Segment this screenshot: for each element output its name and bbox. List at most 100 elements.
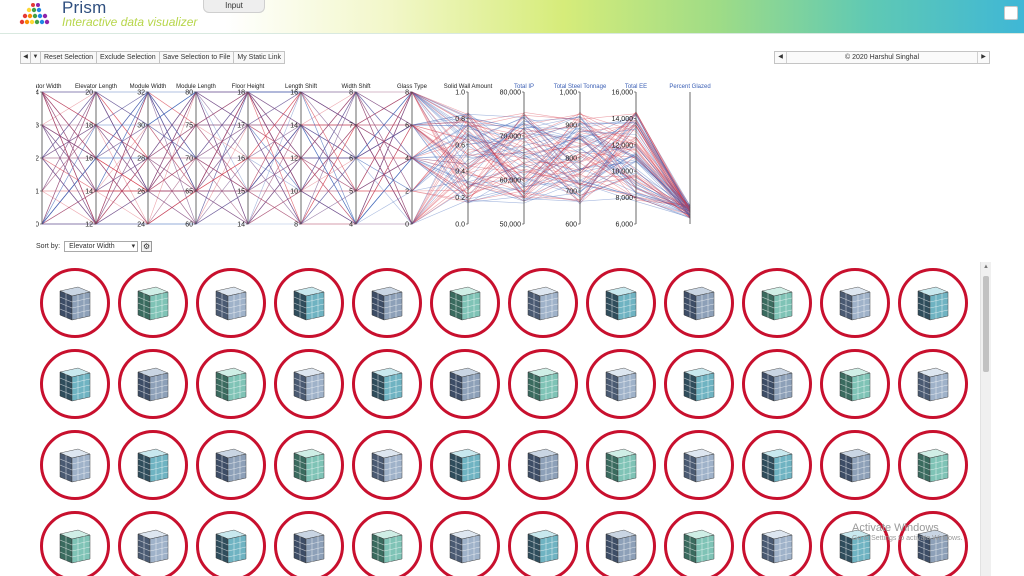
axis-total-steel-tonnage[interactable]: Total Steel Tonnage1,000900800700600 — [554, 84, 607, 229]
gallery-item[interactable] — [586, 511, 656, 576]
axis-tick-label: 800 — [565, 156, 577, 163]
gallery-item[interactable] — [898, 511, 968, 576]
gallery-item[interactable] — [196, 268, 266, 338]
gallery-item[interactable] — [118, 511, 188, 576]
axis-tick-label: 0.8 — [455, 116, 465, 123]
gallery-item[interactable] — [820, 511, 890, 576]
gallery-item[interactable] — [196, 511, 266, 576]
axis-tick-label: 0.0 — [455, 222, 465, 229]
axis-title: Elevator Length — [75, 84, 117, 90]
building-icon — [215, 286, 247, 321]
gallery-item[interactable] — [430, 349, 500, 419]
gallery-item[interactable] — [274, 349, 344, 419]
app-root: Prism Interactive data visualizer Input … — [0, 0, 1024, 576]
sort-select[interactable]: Elevator Width — [64, 240, 139, 252]
gallery-item[interactable] — [742, 268, 812, 338]
gallery-item[interactable] — [586, 349, 656, 419]
exclude-selection-button[interactable]: Exclude Selection — [96, 51, 160, 64]
gear-icon: ⚙ — [143, 241, 151, 251]
close-button[interactable] — [1004, 6, 1018, 20]
axis-tick-label: 12 — [85, 222, 93, 229]
building-icon — [527, 529, 559, 564]
gallery-item[interactable] — [196, 349, 266, 419]
gallery-item[interactable] — [274, 511, 344, 576]
gallery-item[interactable] — [742, 349, 812, 419]
building-icon — [839, 286, 871, 321]
axis-floor-height[interactable]: Floor Height1817161514 — [232, 84, 265, 229]
scroll-up-icon[interactable]: ▲ — [983, 264, 989, 270]
gallery-item[interactable] — [664, 268, 734, 338]
gallery-item[interactable] — [352, 430, 422, 500]
gallery-item[interactable] — [508, 511, 578, 576]
gallery-item[interactable] — [430, 511, 500, 576]
gallery-item[interactable] — [40, 268, 110, 338]
axis-tick-label: 60 — [185, 222, 193, 229]
gallery-item[interactable] — [118, 349, 188, 419]
app-subtitle: Interactive data visualizer — [62, 15, 198, 29]
gallery-item[interactable] — [586, 430, 656, 500]
axis-tick-label: 20 — [85, 90, 93, 97]
building-icon — [59, 286, 91, 321]
gallery-item[interactable] — [430, 268, 500, 338]
building-icon — [917, 286, 949, 321]
building-icon — [605, 367, 637, 402]
gallery-item[interactable] — [586, 268, 656, 338]
sort-settings-button[interactable]: ⚙ — [141, 240, 153, 252]
gallery-item[interactable] — [508, 268, 578, 338]
gallery-item[interactable] — [274, 430, 344, 500]
gallery-item[interactable] — [352, 511, 422, 576]
gallery-item[interactable] — [430, 430, 500, 500]
building-icon — [449, 286, 481, 321]
gallery-item[interactable] — [196, 430, 266, 500]
gallery-item[interactable] — [118, 430, 188, 500]
gallery-item[interactable] — [40, 349, 110, 419]
gallery-item[interactable] — [118, 268, 188, 338]
axis-total-ip[interactable]: Total IP80,00070,00060,00050,000 — [500, 84, 534, 229]
gallery-item[interactable] — [508, 349, 578, 419]
building-icon — [683, 286, 715, 321]
gallery-item[interactable] — [898, 430, 968, 500]
axis-width-shift[interactable]: Width Shift8 7 6 5 4 — [341, 84, 370, 229]
gallery-item[interactable] — [40, 430, 110, 500]
building-icon — [137, 529, 169, 564]
reset-selection-button[interactable]: Reset Selection — [40, 51, 98, 64]
axis-tick-label: 8 — [294, 222, 298, 229]
gallery-item[interactable] — [742, 511, 812, 576]
save-selection-button[interactable]: Save Selection to File — [158, 51, 235, 64]
watermark-line2: Go to Settings to activate Windows. — [852, 535, 963, 542]
axis-tick-label: 14,000 — [612, 116, 634, 123]
building-icon — [215, 448, 247, 483]
axis-tick-label: 0.2 — [455, 195, 465, 202]
building-icon — [371, 529, 403, 564]
gallery-scrollbar[interactable]: ▲ — [980, 262, 991, 576]
gallery-item[interactable] — [664, 511, 734, 576]
tab-input[interactable]: Input — [203, 0, 265, 13]
building-icon — [761, 367, 793, 402]
axis-tick-label: 14 — [36, 90, 39, 97]
gallery-item[interactable] — [664, 349, 734, 419]
gallery-item[interactable] — [40, 511, 110, 576]
gallery-item[interactable] — [352, 268, 422, 338]
pager-prev-button[interactable]: ◀ — [775, 52, 786, 63]
static-link-button[interactable]: My Static Link — [233, 51, 285, 64]
parallel-coordinates-plot[interactable]: Elevator Width1413121110Elevator Length2… — [36, 80, 758, 232]
gallery-item[interactable] — [820, 268, 890, 338]
gallery-item[interactable] — [664, 430, 734, 500]
building-icon — [917, 367, 949, 402]
gallery-item[interactable] — [274, 268, 344, 338]
gallery-item[interactable] — [820, 430, 890, 500]
gallery-item[interactable] — [820, 349, 890, 419]
scroll-thumb[interactable] — [983, 276, 989, 372]
gallery-item[interactable] — [742, 430, 812, 500]
gallery-item[interactable] — [352, 349, 422, 419]
building-icon — [605, 286, 637, 321]
gallery-item[interactable] — [898, 268, 968, 338]
gallery-item[interactable] — [508, 430, 578, 500]
axis-tick-label: 50,000 — [500, 222, 522, 229]
axis-elevator-length[interactable]: Elevator Length20 18 16 14 12 — [75, 84, 117, 229]
axis-tick-label: 28 — [137, 156, 145, 163]
pager-next-button[interactable]: ▶ — [978, 52, 989, 63]
gallery-item[interactable] — [898, 349, 968, 419]
axis-tick-label: 6 — [405, 123, 409, 130]
building-icon — [449, 529, 481, 564]
